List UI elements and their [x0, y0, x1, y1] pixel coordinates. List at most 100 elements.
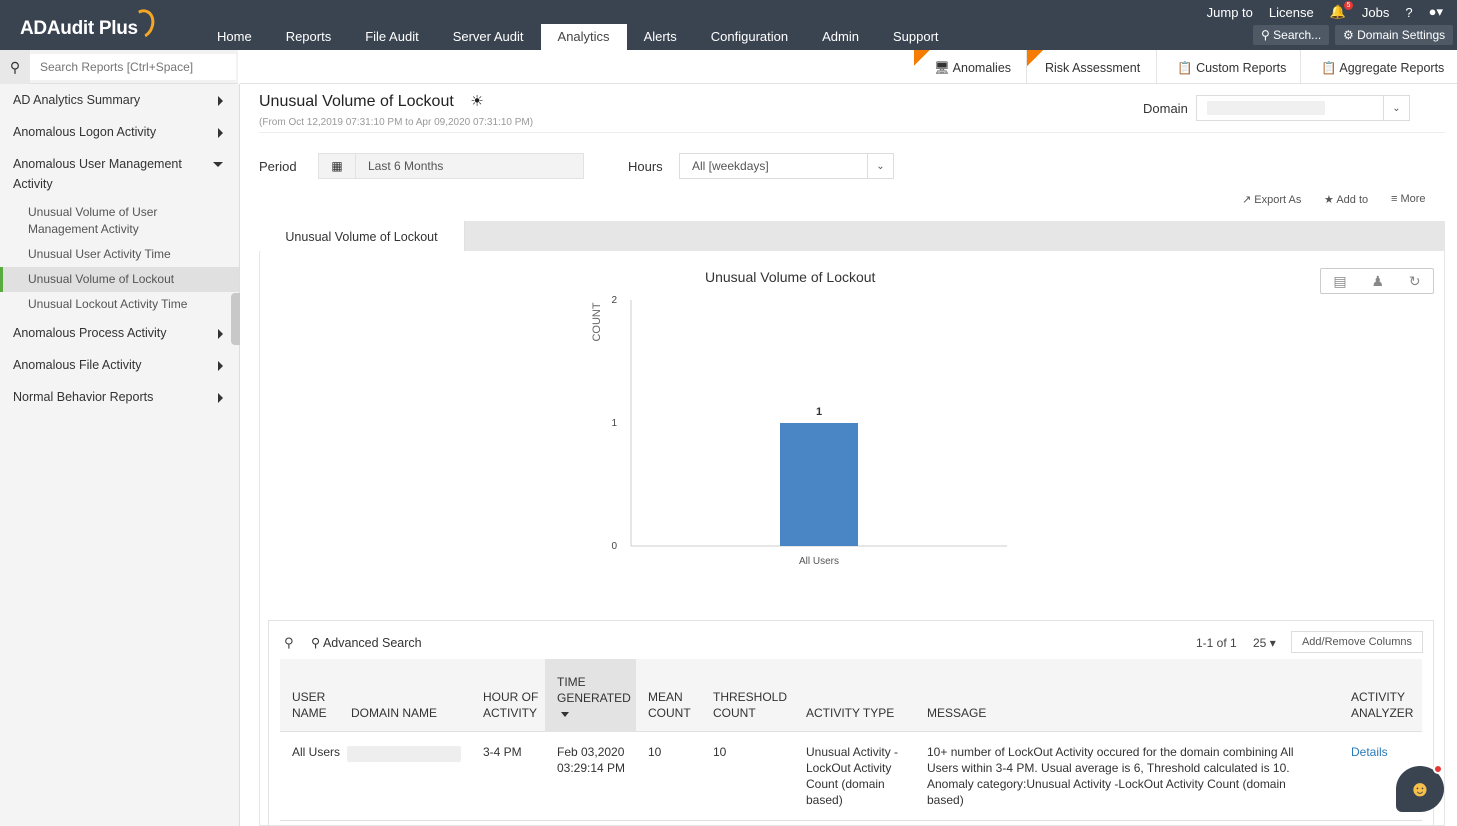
export-as-button[interactable]: ↗ Export As [1242, 193, 1301, 206]
cell-mean-count: 10 [648, 745, 662, 759]
global-search-label: Search... [1273, 28, 1322, 42]
sidebar-subitem-unusual-user-activity-time[interactable]: Unusual User Activity Time [0, 242, 239, 267]
aggregate-icon: 📋 [1321, 61, 1337, 75]
col-time-generated[interactable]: Time Generated [557, 674, 637, 717]
chevron-down-icon: ⌄ [867, 154, 893, 178]
user-chart-icon[interactable]: ♟ [1371, 273, 1384, 290]
col-hour-of-activity[interactable]: Hour of Activity [483, 689, 543, 721]
col-time-generated-label: Time Generated [557, 675, 631, 705]
search-icon[interactable]: ⚲ [284, 635, 294, 651]
cell-threshold-count: 10 [713, 745, 727, 759]
advanced-search-label: Advanced Search [322, 636, 422, 650]
cell-message: 10+ number of LockOut Activity occured f… [927, 745, 1294, 807]
risk-assessment-button[interactable]: Risk Assessment [1045, 50, 1140, 84]
per-page-select[interactable]: 25 ▾ [1253, 636, 1276, 650]
custom-reports-label: Custom Reports [1196, 61, 1287, 75]
col-threshold-count[interactable]: Threshold Count [713, 689, 793, 721]
sidebar-item-label: Anomalous Process Activity [13, 326, 167, 340]
header-divider [259, 132, 1445, 133]
jump-to-link[interactable]: Jump to [1207, 5, 1253, 20]
report-search-input[interactable] [30, 54, 236, 80]
page-title: Unusual Volume of Lockout ☀ [259, 92, 484, 111]
more-icon: ≡ [1391, 193, 1398, 205]
sidebar-item-anomalous-logon-activity[interactable]: Anomalous Logon Activity [0, 116, 239, 148]
refresh-chart-icon[interactable]: ↻ [1409, 273, 1421, 290]
global-search-button[interactable]: ⚲ Search... [1253, 25, 1330, 45]
nav-home[interactable]: Home [200, 24, 269, 50]
col-domain-name[interactable]: Domain Name [351, 705, 437, 721]
theme-toggle-icon[interactable]: ☀ [470, 93, 483, 110]
notification-count-badge: 5 [1343, 1, 1353, 10]
aggregate-reports-button[interactable]: 📋 Aggregate Reports [1321, 50, 1444, 84]
app-logo[interactable]: ADAudit Plus [20, 18, 138, 40]
anomalies-button[interactable]: 🖥 Anomalies [934, 50, 1011, 84]
sidebar-item-anomalous-process-activity[interactable]: Anomalous Process Activity [0, 317, 239, 349]
nav-file-audit[interactable]: File Audit [348, 24, 435, 50]
period-picker[interactable]: ▦ Last 6 Months [318, 153, 584, 179]
nav-analytics[interactable]: Analytics [540, 24, 627, 50]
col-activity-analyzer[interactable]: Activity Analyzer [1351, 689, 1421, 721]
chevron-right-icon [218, 393, 223, 403]
sidebar-item-anomalous-user-management-activity[interactable]: Anomalous User Management Activity [0, 148, 239, 200]
bar[interactable] [780, 423, 858, 546]
page-title-text: Unusual Volume of Lockout [259, 93, 454, 110]
notification-bell-icon[interactable]: 🔔 5 [1330, 1, 1353, 20]
search-icon[interactable]: ⚲ [0, 50, 30, 84]
table-header: User Name Domain Name Hour of Activity T… [280, 659, 1422, 732]
chevron-right-icon [218, 329, 223, 339]
tab-unusual-volume-of-lockout[interactable]: Unusual Volume of Lockout [259, 221, 465, 252]
monitor-icon: 🖥 [934, 61, 950, 75]
domain-settings-button[interactable]: ⚙ Domain Settings [1335, 25, 1454, 45]
star-icon: ★ [1324, 194, 1334, 206]
domain-select[interactable]: ⌄ [1196, 95, 1410, 121]
chart-title: Unusual Volume of Lockout [705, 269, 876, 285]
add-remove-columns-button[interactable]: Add/Remove Columns [1291, 631, 1423, 653]
sidebar-item-label: Anomalous Logon Activity [13, 125, 157, 139]
report-tab-bar: Unusual Volume of Lockout [259, 221, 1445, 252]
more-label: More [1400, 193, 1426, 205]
toolbar-divider [1300, 50, 1301, 84]
sidebar-collapse-handle[interactable] [231, 293, 240, 345]
nav-alerts[interactable]: Alerts [627, 24, 694, 50]
assistant-avatar-icon: ☻ [1408, 776, 1432, 801]
sidebar-subitem-unusual-volume-lockout[interactable]: Unusual Volume of Lockout [0, 267, 239, 292]
chevron-right-icon [218, 96, 223, 106]
top-right-links: Jump to License 🔔 5 Jobs ? ●▾ [1191, 1, 1443, 20]
chart-type-icon[interactable]: ▤ [1333, 273, 1346, 290]
nav-server-audit[interactable]: Server Audit [436, 24, 541, 50]
add-to-button[interactable]: ★ Add to [1324, 193, 1368, 206]
chat-notification-dot [1433, 764, 1443, 774]
more-button[interactable]: ≡ More [1391, 193, 1426, 205]
advanced-search-button[interactable]: ⚲ Advanced Search [311, 635, 422, 650]
license-link[interactable]: License [1269, 5, 1314, 20]
jobs-link[interactable]: Jobs [1362, 5, 1389, 20]
sidebar-subitem-unusual-volume-user-management[interactable]: Unusual Volume of User Management Activi… [0, 200, 239, 242]
sidebar-subitem-unusual-lockout-activity-time[interactable]: Unusual Lockout Activity Time [0, 292, 239, 317]
gear-icon: ⚙ [1343, 28, 1354, 42]
new-badge-icon [914, 50, 930, 66]
domain-label: Domain [1143, 101, 1188, 116]
sidebar: AD Analytics Summary Anomalous Logon Act… [0, 84, 240, 826]
col-message[interactable]: Message [927, 705, 986, 721]
details-link[interactable]: Details [1351, 744, 1388, 760]
nav-configuration[interactable]: Configuration [694, 24, 805, 50]
y-tick-label: 2 [611, 295, 617, 306]
help-icon[interactable]: ? [1405, 5, 1412, 20]
nav-support[interactable]: Support [876, 24, 956, 50]
nav-admin[interactable]: Admin [805, 24, 876, 50]
cell-domain-name-redacted [347, 746, 461, 762]
sidebar-item-normal-behavior-reports[interactable]: Normal Behavior Reports [0, 381, 239, 413]
col-user-name[interactable]: User Name [292, 689, 342, 721]
anomalies-label: Anomalies [952, 61, 1012, 75]
col-mean-count[interactable]: Mean Count [648, 689, 698, 721]
nav-reports[interactable]: Reports [269, 24, 349, 50]
sidebar-item-ad-analytics-summary[interactable]: AD Analytics Summary [0, 84, 239, 116]
sidebar-item-anomalous-file-activity[interactable]: Anomalous File Activity [0, 349, 239, 381]
cell-time-generated: Feb 03,2020 03:29:14 PM [557, 745, 626, 775]
chevron-right-icon [218, 128, 223, 138]
user-account-icon[interactable]: ●▾ [1429, 4, 1443, 20]
custom-reports-button[interactable]: 📋 Custom Reports [1177, 50, 1286, 84]
hours-select[interactable]: All [weekdays] ⌄ [679, 153, 894, 179]
col-activity-type[interactable]: Activity Type [806, 705, 894, 721]
export-as-label: Export As [1254, 194, 1302, 206]
